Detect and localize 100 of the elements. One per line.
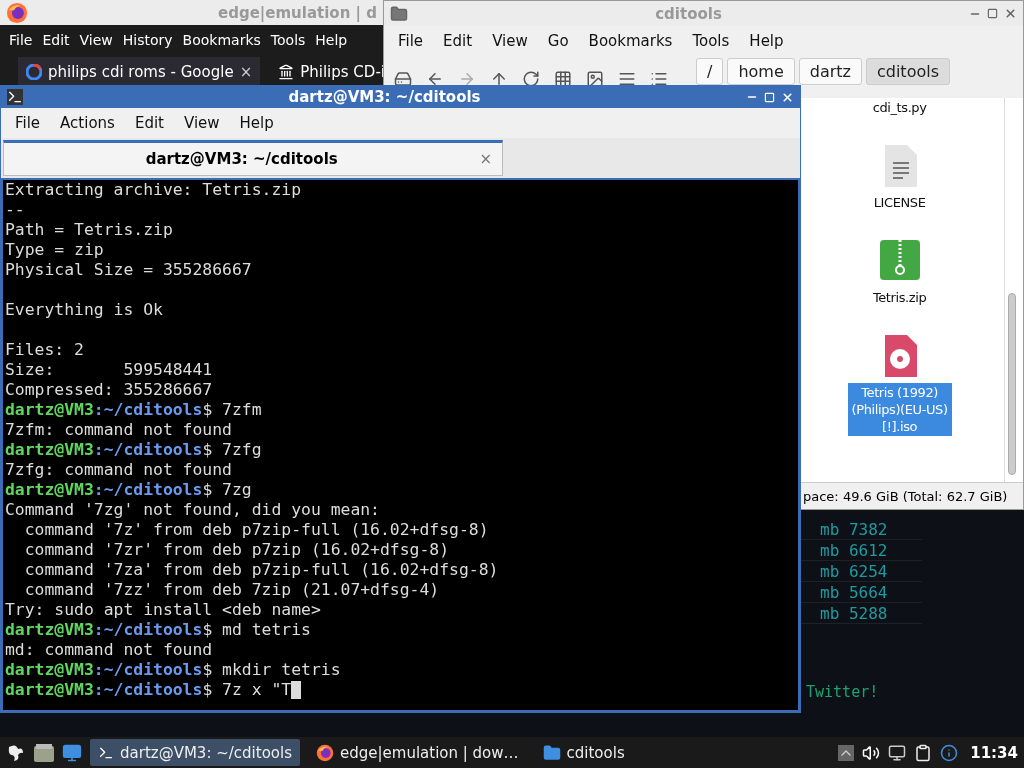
- start-menu-icon[interactable]: [6, 742, 26, 763]
- network-icon[interactable]: [888, 743, 907, 762]
- terminal-screen[interactable]: [1, 178, 800, 712]
- close-icon[interactable]: [1004, 7, 1017, 20]
- terminal-output: command '7zz' from deb 7zip (21.07+dfsg-4): [23, 580, 440, 600]
- back-icon[interactable]: [426, 70, 444, 88]
- terminal-output: Command '7zg' not found, did you mean:: [5, 500, 380, 520]
- scrollbar-thumb[interactable]: [1008, 293, 1016, 475]
- menu-item[interactable]: View: [484, 30, 536, 52]
- forward-icon[interactable]: [458, 70, 476, 88]
- terminal-output: Files: 2: [5, 340, 84, 360]
- clock[interactable]: 11:34: [970, 743, 1018, 762]
- terminal-output: Try: sudo apt install <deb name>: [5, 600, 321, 620]
- close-icon[interactable]: [781, 90, 794, 104]
- terminal-tab[interactable]: dartz@VM3: ~/cditools ×: [3, 140, 503, 176]
- menu-item[interactable]: File: [6, 30, 36, 50]
- taskbar-task[interactable]: dartz@VM3: ~/cditools: [90, 739, 300, 766]
- firefox-icon[interactable]: [316, 743, 334, 762]
- icon-view-icon[interactable]: [554, 70, 572, 88]
- footer-text: Twitter!: [806, 683, 879, 701]
- list-view-icon[interactable]: [650, 70, 668, 88]
- prompt-user: dartz@VM3: [5, 620, 94, 640]
- status-text: pace: 49.6 GiB (Total: 62.7 GiB): [803, 488, 1008, 504]
- prompt-user: dartz@VM3: [5, 440, 94, 460]
- terminal-command: $ 7zg: [202, 480, 252, 500]
- file-name[interactable]: cdi_ts.py: [870, 98, 929, 117]
- compact-view-icon[interactable]: [618, 70, 636, 88]
- up-icon[interactable]: [490, 70, 508, 88]
- menu-item[interactable]: File: [390, 30, 432, 52]
- list-row-text: mb 5288: [820, 603, 888, 623]
- terminal-output: Size: 599548441: [5, 360, 213, 380]
- terminal-command: $ mkdir tetris: [202, 660, 341, 680]
- menu-item[interactable]: File: [7, 112, 49, 134]
- thumbnail-view-icon[interactable]: [586, 70, 604, 88]
- terminal-output: Path = Tetris.zip: [5, 220, 173, 240]
- prompt-path: :~/cditools: [93, 620, 203, 640]
- prompt-path: :~/cditools: [93, 680, 203, 700]
- folder-icon: [390, 4, 408, 23]
- menu-item[interactable]: Actions: [52, 112, 123, 134]
- prompt-user: dartz@VM3: [5, 660, 94, 680]
- disc-image-icon: [882, 335, 917, 377]
- file-name[interactable]: Tetris (1992) (Philips)(EU-US) [!].iso: [847, 383, 952, 436]
- menu-item[interactable]: Edit: [126, 112, 172, 134]
- file-name[interactable]: Tetris.zip: [870, 288, 929, 307]
- window-title: edge|emulation | d: [217, 3, 377, 22]
- menu-item[interactable]: Tools: [684, 30, 738, 52]
- terminal-output: 7zfm: command not found: [5, 420, 232, 440]
- browser-tab[interactable]: philips cdi roms - Google ×: [18, 56, 261, 87]
- path-button[interactable]: home: [727, 58, 795, 85]
- terminal-command: $ 7z x "T: [202, 680, 292, 700]
- terminal-command: $ 7zfm: [202, 400, 262, 420]
- taskbar-task[interactable]: edge|emulation | dow…: [308, 739, 527, 766]
- tab-title: philips cdi roms - Google: [48, 62, 234, 81]
- menu-item[interactable]: Tools: [267, 30, 309, 50]
- landmark-icon: [278, 63, 295, 80]
- menu-item[interactable]: Help: [741, 30, 792, 52]
- drive-icon[interactable]: [394, 70, 412, 88]
- terminal-output: Extracting archive: Tetris.zip: [5, 180, 302, 200]
- terminal-output: command '7zr' from deb p7zip (16.02+dfsg-8): [23, 540, 450, 560]
- prompt-user: dartz@VM3: [5, 400, 94, 420]
- terminal-output: md: command not found: [5, 640, 213, 660]
- tab-close[interactable]: ×: [239, 62, 253, 81]
- list-row-text: mb 5664: [820, 582, 888, 602]
- firefox-icon[interactable]: [6, 1, 28, 24]
- menu-item[interactable]: Help: [312, 30, 351, 50]
- file-name[interactable]: LICENSE: [871, 193, 928, 212]
- menu-item[interactable]: Bookmarks: [580, 30, 681, 52]
- path-button[interactable]: /: [696, 58, 724, 85]
- tray-expand-icon[interactable]: [838, 744, 855, 761]
- notification-icon[interactable]: [940, 743, 959, 762]
- list-row-text: mb 6254: [820, 561, 888, 581]
- tab-title: Philips CD-i: [300, 62, 383, 81]
- menu-item[interactable]: Go: [539, 30, 577, 52]
- path-button[interactable]: cditools: [865, 58, 950, 85]
- menu-item[interactable]: Bookmarks: [179, 30, 264, 50]
- volume-icon[interactable]: [862, 743, 881, 762]
- menu-item[interactable]: Edit: [435, 30, 481, 52]
- terminal-output: --: [5, 200, 25, 220]
- prompt-user: dartz@VM3: [5, 480, 94, 500]
- menu-item[interactable]: Help: [231, 112, 282, 134]
- desktop-icon[interactable]: [62, 742, 82, 763]
- list-row-text: mb 7382: [820, 519, 888, 539]
- menu-item[interactable]: Edit: [39, 30, 73, 50]
- terminal-output: Type = zip: [5, 240, 104, 260]
- prompt-path: :~/cditools: [93, 660, 203, 680]
- maximize-icon[interactable]: [987, 8, 998, 19]
- path-button[interactable]: dartz: [798, 58, 862, 85]
- file-manager-icon[interactable]: [34, 743, 54, 762]
- terminal-output: 7zfg: command not found: [5, 460, 232, 480]
- menu-item[interactable]: View: [175, 112, 228, 134]
- terminal-icon: [7, 89, 23, 105]
- menu-item[interactable]: History: [119, 30, 176, 50]
- clipboard-icon[interactable]: [914, 743, 933, 762]
- list-row-text: mb 6612: [820, 540, 888, 560]
- taskbar-task[interactable]: cditools: [534, 739, 633, 766]
- terminal-output: Everything is Ok: [5, 300, 163, 320]
- reload-icon[interactable]: [522, 70, 540, 88]
- menu-item[interactable]: View: [76, 30, 116, 50]
- terminal-command: $ 7zfg: [202, 440, 262, 460]
- zip-file-icon: [879, 240, 920, 282]
